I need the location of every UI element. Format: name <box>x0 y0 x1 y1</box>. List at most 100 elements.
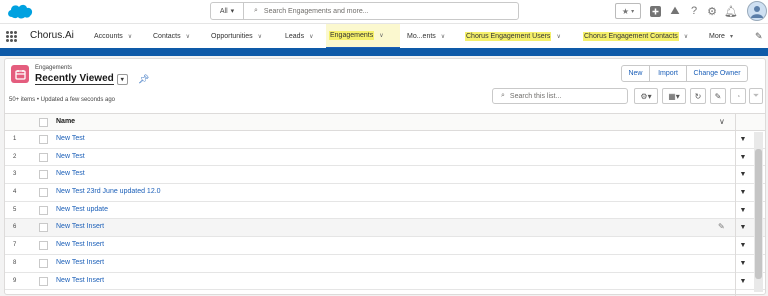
charts-button[interactable]: ◔ <box>730 88 746 104</box>
table-row[interactable]: 5 New Test update ▼ <box>5 202 765 220</box>
table-row[interactable]: 4 New Test 23rd June updated 12.0 ▼ <box>5 184 765 202</box>
new-button[interactable]: New <box>621 65 650 82</box>
global-search: All ▾ ⌕ Search Engagements and more... <box>210 2 519 20</box>
user-avatar[interactable] <box>747 1 767 21</box>
column-header-name[interactable]: Name <box>56 118 75 125</box>
chevron-down-icon[interactable]: ∨ <box>186 33 190 40</box>
list-summary: 50+ items • Updated a few seconds ago <box>9 97 115 103</box>
table-row[interactable]: 8 New Test Insert ▼ <box>5 255 765 273</box>
gear-icon: ⚙ <box>707 5 717 18</box>
row-actions-menu[interactable]: ▼ <box>737 222 749 233</box>
filter-button[interactable]: ⏷ <box>749 88 763 104</box>
list-settings-button[interactable]: ⚙▾ <box>634 88 658 104</box>
row-number: 1 <box>13 136 17 142</box>
row-checkbox[interactable] <box>39 276 48 286</box>
scrollbar-thumb[interactable] <box>755 149 762 279</box>
nav-item-chorus-engagement-contacts[interactable]: Chorus Engagement Contacts ∨ <box>580 24 691 49</box>
nav-item-leads[interactable]: Leads ∨ <box>282 24 316 49</box>
record-link[interactable]: New Test <box>56 153 85 160</box>
chevron-down-icon: ▾ <box>729 34 733 40</box>
edit-nav-button[interactable]: ✎ <box>752 24 766 49</box>
select-all-checkbox[interactable] <box>39 118 48 127</box>
search-scope-dropdown[interactable]: All ▾ <box>211 3 244 19</box>
import-button[interactable]: Import <box>650 65 687 82</box>
chevron-down-icon[interactable]: ∨ <box>309 33 313 40</box>
row-actions-menu[interactable]: ▼ <box>737 187 749 198</box>
nav-item-accounts[interactable]: Accounts ∨ <box>91 24 135 49</box>
display-as-button[interactable]: ▦▾ <box>662 88 686 104</box>
record-link[interactable]: New Test <box>56 170 85 177</box>
table-body: 1 New Test ▼ 2 New Test ▼ 3 New Test ▼ 4 New Test … <box>5 131 765 291</box>
favorites-button[interactable]: ★ ▾ <box>615 3 641 19</box>
pencil-icon[interactable]: ✎ <box>718 222 725 231</box>
setup-button[interactable]: ⚙ <box>705 3 719 19</box>
row-checkbox[interactable] <box>39 188 48 198</box>
list-search-input[interactable]: ⌕ Search this list... <box>492 88 628 104</box>
chevron-down-icon[interactable]: ∨ <box>441 33 445 40</box>
row-actions-menu[interactable]: ▼ <box>737 240 749 251</box>
table-row[interactable]: 2 New Test ▼ <box>5 149 765 167</box>
global-search-input[interactable]: ⌕ Search Engagements and more... <box>244 7 369 15</box>
table-row[interactable]: 1 New Test ▼ <box>5 131 765 149</box>
chart-icon: ◔ <box>735 91 741 101</box>
row-checkbox[interactable] <box>39 205 48 215</box>
column-divider <box>735 113 736 296</box>
avatar-icon <box>751 6 763 18</box>
list-table: Name ∨ 1 New Test ▼ 2 New Test ▼ 3 New Test ▼ 4 Ne… <box>5 113 765 291</box>
record-link[interactable]: New Test Insert <box>56 259 104 266</box>
row-checkbox[interactable] <box>39 170 48 180</box>
global-search-placeholder: Search Engagements and more... <box>263 7 369 15</box>
change-owner-button[interactable]: Change Owner <box>687 65 748 82</box>
row-actions-menu[interactable]: ▼ <box>737 258 749 269</box>
nav-item-engagements[interactable]: Engagements ∨ <box>326 24 400 49</box>
salesforce-logo[interactable] <box>6 2 34 21</box>
record-link[interactable]: New Test Insert <box>56 241 104 248</box>
row-checkbox[interactable] <box>39 152 48 162</box>
nav-item-opportunities[interactable]: Opportunities ∨ <box>208 24 265 49</box>
row-actions-menu[interactable]: ▼ <box>737 169 749 180</box>
nav-item-chorus-engagement-users[interactable]: Chorus Engagement Users ∨ <box>462 24 564 49</box>
record-link[interactable]: New Test Insert <box>56 277 104 284</box>
chevron-down-icon[interactable]: ∨ <box>128 33 132 40</box>
notifications-button[interactable]: 🔔︎ <box>724 3 738 19</box>
row-actions-menu[interactable]: ▼ <box>737 276 749 287</box>
row-checkbox[interactable] <box>39 135 48 144</box>
chevron-down-icon[interactable]: ∨ <box>258 33 262 40</box>
row-checkbox[interactable] <box>39 223 48 233</box>
nav-item-moments[interactable]: Mo...ents ∨ <box>404 24 448 49</box>
record-link[interactable]: New Test update <box>56 206 108 213</box>
refresh-button[interactable]: ↻ <box>690 88 706 104</box>
table-row[interactable]: 6 New Test Insert ✎ ▼ <box>5 219 765 238</box>
nav-item-contacts[interactable]: Contacts ∨ <box>150 24 193 49</box>
table-row[interactable]: 7 New Test Insert ▼ <box>5 237 765 255</box>
chevron-down-icon[interactable]: ∨ <box>556 33 560 40</box>
record-link[interactable]: New Test 23rd June updated 12.0 <box>56 188 161 195</box>
row-actions-menu[interactable]: ▼ <box>737 152 749 163</box>
chevron-down-icon[interactable]: ∨ <box>684 33 688 40</box>
trailhead-button[interactable]: ⛰ <box>668 3 682 19</box>
table-header: Name ∨ <box>5 113 765 131</box>
record-link[interactable]: New Test Insert <box>56 223 104 230</box>
help-icon: ? <box>690 5 698 17</box>
table-row[interactable]: 9 New Test Insert ▼ <box>5 273 765 291</box>
chevron-down-icon[interactable]: ▾ <box>116 73 128 85</box>
pin-icon[interactable]: 📌︎ <box>138 74 149 85</box>
help-button[interactable]: ? <box>688 3 700 19</box>
row-actions-menu[interactable]: ▼ <box>737 134 749 145</box>
global-actions-button[interactable] <box>648 3 662 19</box>
record-link[interactable]: New Test <box>56 135 85 142</box>
chevron-down-icon: ▾ <box>230 8 235 15</box>
chevron-down-icon[interactable]: ∨ <box>719 117 725 126</box>
table-row[interactable]: 3 New Test ▼ <box>5 166 765 185</box>
row-actions-menu[interactable]: ▼ <box>737 205 749 216</box>
edit-list-button[interactable]: ✎ <box>710 88 726 104</box>
row-checkbox[interactable] <box>39 241 48 251</box>
row-checkbox[interactable] <box>39 258 48 268</box>
chevron-down-icon[interactable]: ∨ <box>379 32 383 39</box>
global-header: All ▾ ⌕ Search Engagements and more... ★… <box>0 0 768 23</box>
nav-item-label: Mo...ents <box>407 33 436 40</box>
list-view-selector[interactable]: Recently Viewed ▾ <box>35 73 128 85</box>
nav-item-more[interactable]: More ▾ <box>706 24 736 49</box>
pencil-icon: ✎ <box>714 91 722 101</box>
app-launcher-icon[interactable] <box>6 31 17 42</box>
